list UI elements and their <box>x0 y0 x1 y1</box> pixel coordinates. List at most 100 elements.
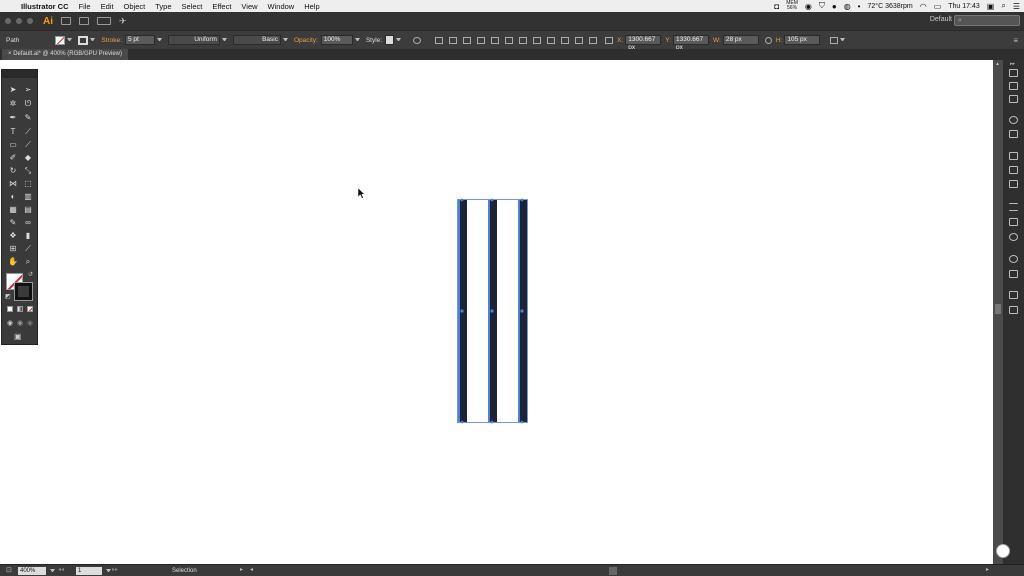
opacity-dropdown-icon[interactable] <box>354 37 360 43</box>
asset-export-panel-icon[interactable] <box>1009 306 1018 314</box>
align-to-icon[interactable] <box>435 36 444 44</box>
reference-point-icon[interactable] <box>605 36 614 44</box>
stroke-panel-icon[interactable] <box>1009 203 1018 211</box>
line-segment-tool-icon[interactable]: ⟋ <box>22 127 34 137</box>
circle-check-icon[interactable]: ◍ <box>844 2 851 11</box>
stroke-swatch[interactable] <box>14 282 33 301</box>
appearance-panel-icon[interactable] <box>1009 255 1018 263</box>
symbols-panel-icon[interactable] <box>1009 180 1018 188</box>
cc-icon[interactable]: ◘ <box>774 2 779 11</box>
graphic-styles-panel-icon[interactable] <box>1009 270 1018 278</box>
column-graph-tool-icon[interactable]: ▮ <box>22 231 34 241</box>
zoom-level-field[interactable]: 400% <box>18 567 46 575</box>
menu-edit[interactable]: Edit <box>96 2 119 11</box>
align-vcenter-icon[interactable] <box>505 36 514 44</box>
align-right-icon[interactable] <box>477 36 486 44</box>
brushes-panel-icon[interactable] <box>1009 166 1018 174</box>
gradient-tool-icon[interactable]: ▤ <box>22 205 34 215</box>
lasso-tool-icon[interactable]: ᘎ <box>22 99 34 109</box>
direct-selection-tool-icon[interactable]: ➢ <box>22 85 34 95</box>
opacity-field[interactable]: 100% <box>320 35 353 45</box>
type-tool-icon[interactable]: T <box>7 127 19 137</box>
stroke-weight-field[interactable]: 5 pt <box>124 35 155 45</box>
artboard-number-field[interactable]: 1 <box>76 567 102 575</box>
scale-tool-icon[interactable]: ⤡ <box>22 166 34 176</box>
vertical-scrollbar[interactable]: ▲ <box>993 60 1003 564</box>
anchor-handle[interactable] <box>460 198 464 202</box>
default-fill-stroke-icon[interactable]: ◩ <box>5 293 11 300</box>
constrain-proportions-icon[interactable] <box>764 36 772 44</box>
none-mode-icon[interactable] <box>27 306 33 312</box>
spotlight-icon[interactable]: ⌕ <box>1001 1 1005 11</box>
clock[interactable]: Thu 17:43 <box>948 3 980 10</box>
scroll-up-arrow-icon[interactable]: ▲ <box>995 61 1000 67</box>
opacity-label[interactable]: Opacity: <box>294 37 318 44</box>
distribute-top-icon[interactable] <box>533 36 542 44</box>
dot-icon[interactable]: • <box>858 2 861 11</box>
gradient-mode-icon[interactable] <box>17 306 23 312</box>
graphic-style-swatch[interactable] <box>385 35 395 45</box>
stroke-weight-dropdown-icon[interactable] <box>156 37 162 43</box>
current-tool-status[interactable]: Selection <box>172 566 197 576</box>
align-bottom-icon[interactable] <box>519 36 528 44</box>
bridge-icon[interactable] <box>61 17 71 25</box>
align-top-icon[interactable] <box>491 36 500 44</box>
app-menu[interactable]: Illustrator CC <box>16 2 74 11</box>
fill-swatch-control[interactable] <box>55 35 66 45</box>
minimize-window-button[interactable] <box>16 18 22 24</box>
swatches-panel-icon[interactable] <box>1009 152 1018 160</box>
anchor-handle[interactable] <box>490 420 494 424</box>
workspace-switcher[interactable]: Default <box>930 16 952 23</box>
libraries-panel-icon[interactable] <box>1009 95 1018 103</box>
free-transform-tool-icon[interactable]: ⬚ <box>22 179 34 189</box>
recolor-artwork-icon[interactable] <box>413 36 422 44</box>
distribute-bottom-icon[interactable] <box>561 36 570 44</box>
menu-select[interactable]: Select <box>177 2 208 11</box>
distribute-left-icon[interactable] <box>575 36 584 44</box>
stroke-label[interactable]: Stroke: <box>101 37 122 44</box>
gradient-panel-icon[interactable] <box>1009 218 1018 226</box>
menu-view[interactable]: View <box>236 2 262 11</box>
scroll-left-arrow-icon[interactable]: ◂ <box>250 566 253 573</box>
draw-inside-icon[interactable]: ◉ <box>27 319 33 327</box>
menu-type[interactable]: Type <box>150 2 176 11</box>
last-artboard-icon[interactable]: ▸▸ <box>112 566 118 573</box>
hand-tool-icon[interactable]: ✋ <box>7 257 19 267</box>
color-panel-icon[interactable] <box>1009 116 1018 124</box>
menu-file[interactable]: File <box>74 2 96 11</box>
h-field[interactable]: 105 px <box>784 35 821 45</box>
blend-tool-icon[interactable]: ∞ <box>22 218 34 228</box>
battery-icon[interactable]: ▭ <box>934 2 942 11</box>
magic-wand-tool-icon[interactable]: ✲ <box>7 99 19 109</box>
artboard-canvas[interactable] <box>0 60 993 564</box>
transparency-panel-icon[interactable] <box>1009 233 1018 241</box>
anchor-handle[interactable] <box>460 420 464 424</box>
w-field[interactable]: 28 px <box>722 35 759 45</box>
curvature-tool-icon[interactable]: ✎ <box>22 113 34 123</box>
anchor-handle[interactable] <box>520 309 524 313</box>
artwork[interactable] <box>0 60 993 564</box>
x-label[interactable]: X: <box>617 37 623 44</box>
artboard-dropdown-icon[interactable] <box>106 569 111 574</box>
artboards-panel-icon[interactable] <box>1009 69 1018 77</box>
arrange-documents-icon[interactable] <box>97 17 111 25</box>
tools-panel-header[interactable] <box>2 70 37 78</box>
scroll-right-arrow-icon[interactable]: ▸ <box>986 566 989 573</box>
drop-icon[interactable]: ● <box>832 2 837 11</box>
shaper-tool-icon[interactable]: ✐ <box>7 153 19 163</box>
x-field[interactable]: 1300.667 px <box>625 35 662 51</box>
anchor-handle[interactable] <box>520 198 524 202</box>
symbol-sprayer-tool-icon[interactable]: ❖ <box>7 231 19 241</box>
memory-indicator[interactable]: MEM 56% <box>786 1 798 11</box>
transform-dropdown-icon[interactable] <box>840 37 846 43</box>
draw-behind-icon[interactable]: ◉ <box>17 319 23 327</box>
display-icon[interactable]: ▣ <box>987 2 995 11</box>
screen-mode-icon[interactable]: ▣ <box>14 332 22 341</box>
anchor-handle[interactable] <box>490 198 494 202</box>
wifi-icon[interactable]: ◠ <box>920 2 927 11</box>
y-field[interactable]: 1330.667 px <box>673 35 710 51</box>
zoom-dropdown-icon[interactable] <box>50 569 55 574</box>
width-tool-icon[interactable]: ⋈ <box>7 179 19 189</box>
align-hcenter-icon[interactable] <box>463 36 472 44</box>
menu-effect[interactable]: Effect <box>207 2 236 11</box>
